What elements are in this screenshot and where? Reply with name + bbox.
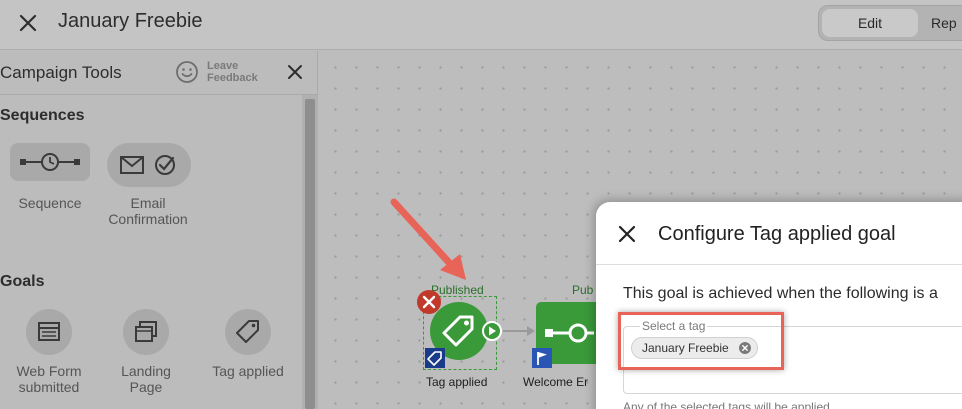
landing-page-icon (135, 321, 157, 342)
modal-title: Configure Tag applied goal (658, 223, 896, 245)
sidebar-header: Campaign Tools Leave Feedback (0, 51, 318, 95)
web-form-tile (26, 309, 72, 355)
web-form-icon (38, 322, 60, 341)
modal-divider (596, 264, 962, 265)
tag-field-label: Select a tag (640, 319, 708, 333)
tool-email-confirmation[interactable]: Email Confirmation (100, 143, 196, 227)
tag-field-hint: Any of the selected tags will be applied (623, 400, 830, 409)
selected-tag-chip[interactable]: January Freebie (631, 337, 758, 359)
tool-label: Tag applied (212, 363, 284, 379)
campaign-tools-sidebar: Campaign Tools Leave Feedback Sequences (0, 51, 318, 409)
sequence-tile (10, 143, 90, 181)
section-title-sequences: Sequences (0, 107, 85, 124)
tool-landing-page[interactable]: Landing Page (106, 309, 186, 395)
close-icon[interactable] (16, 11, 40, 35)
node-connector-icon[interactable] (481, 320, 503, 342)
tag-badge-icon (425, 348, 445, 368)
report-mode-button[interactable]: Rep (931, 9, 962, 37)
tag-applied-tile (225, 309, 271, 355)
chip-label: January Freebie (642, 341, 729, 355)
edit-mode-button[interactable]: Edit (822, 9, 918, 37)
remove-tag-icon[interactable] (738, 342, 751, 354)
node-name-welcome-email: Welcome Er (523, 375, 589, 389)
connection-arrow (503, 326, 535, 336)
tool-web-form-submitted[interactable]: Web Form submitted (6, 309, 92, 395)
app-header: January Freebie Edit Rep (0, 0, 962, 50)
smiley-icon[interactable] (175, 60, 199, 84)
annotation-arrow (390, 198, 466, 280)
section-title-goals: Goals (0, 273, 45, 290)
close-icon[interactable] (287, 64, 303, 80)
goal-description: This goal is achieved when the following… (623, 285, 938, 302)
node-status-published: Pub (572, 283, 594, 297)
sequence-clock-icon (20, 153, 80, 171)
sidebar-title: Campaign Tools (0, 63, 122, 82)
node-name-tag-applied: Tag applied (426, 375, 488, 389)
flag-badge-icon (532, 348, 552, 368)
mode-toggle: Edit Rep (818, 5, 962, 41)
landing-page-tile (123, 309, 169, 355)
tool-label: Landing Page (121, 363, 171, 395)
delete-node-icon[interactable] (416, 289, 442, 315)
leave-feedback-link[interactable]: Leave Feedback (207, 60, 258, 84)
tool-sequence[interactable]: Sequence (10, 143, 90, 211)
campaign-title: January Freebie (58, 10, 203, 32)
tool-label: Web Form submitted (16, 363, 82, 395)
sidebar-scroll-thumb[interactable] (305, 99, 315, 409)
close-icon[interactable] (618, 225, 636, 243)
configure-goal-modal: Configure Tag applied goal This goal is … (596, 202, 962, 409)
tool-label: Email Confirmation (108, 195, 188, 227)
tag-icon (236, 320, 259, 343)
tool-label: Sequence (18, 195, 82, 211)
tool-tag-applied[interactable]: Tag applied (202, 309, 294, 379)
email-check-icon (120, 155, 175, 175)
email-confirmation-tile (107, 143, 191, 187)
